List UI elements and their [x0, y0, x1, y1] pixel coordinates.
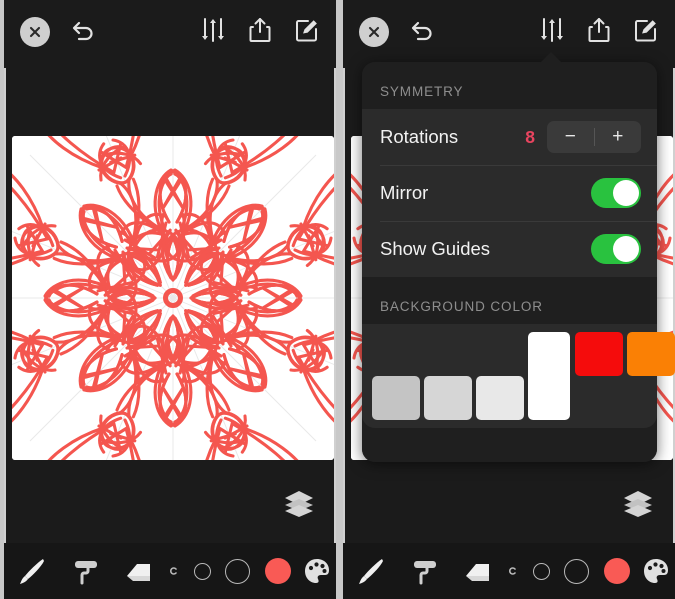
current-color-swatch[interactable] — [596, 558, 637, 584]
sliders-icon[interactable] — [539, 17, 565, 43]
popover-footer — [362, 428, 657, 462]
size-medium[interactable] — [218, 558, 257, 584]
show-guides-toggle-knob — [613, 236, 639, 262]
rotations-increment-button[interactable]: + — [595, 121, 642, 153]
palette-tool[interactable] — [637, 557, 674, 585]
top-toolbar-right-left-group — [359, 17, 435, 47]
size-small-circle — [532, 562, 550, 580]
popover-caret — [540, 52, 562, 63]
symmetry-options-group: Rotations 8 − + Mirror Show Guides — [362, 109, 657, 277]
sliders-icon[interactable] — [200, 17, 226, 43]
swatch-orange[interactable] — [627, 332, 675, 376]
eraser-tool[interactable] — [454, 558, 502, 584]
size-small[interactable] — [525, 562, 557, 580]
undo-icon[interactable] — [409, 20, 435, 44]
right-phone-panel: SYMMETRY Rotations 8 − + Mirror Show Gui… — [343, 0, 675, 599]
rotations-decrement-button[interactable]: − — [547, 121, 594, 153]
share-icon[interactable] — [587, 17, 611, 43]
row-mirror: Mirror — [362, 165, 657, 221]
swatch-white-selected[interactable] — [528, 332, 570, 420]
size-medium-circle — [564, 558, 590, 584]
mirror-toggle-knob — [613, 180, 639, 206]
current-color-swatch[interactable] — [257, 558, 298, 584]
mirror-label: Mirror — [380, 182, 429, 203]
current-color-circle — [603, 558, 630, 584]
palette-tool[interactable] — [298, 557, 335, 585]
bottom-toolbar-right — [343, 543, 675, 599]
close-icon[interactable] — [359, 17, 389, 47]
swatch-gray-1[interactable] — [372, 376, 420, 420]
size-medium[interactable] — [557, 558, 596, 584]
size-tiny[interactable] — [502, 566, 525, 576]
swatch-gray-3[interactable] — [476, 376, 524, 420]
layers-button[interactable] — [282, 488, 316, 518]
top-toolbar-right-group — [200, 17, 320, 43]
roller-tool[interactable] — [398, 556, 453, 586]
current-color-circle — [264, 558, 291, 584]
share-icon[interactable] — [248, 17, 272, 43]
top-toolbar-left-group — [20, 17, 96, 47]
rotations-label: Rotations — [380, 126, 459, 147]
top-toolbar-right-right-group — [539, 17, 659, 43]
swatch-red[interactable] — [575, 332, 623, 376]
size-tiny[interactable] — [163, 566, 186, 576]
screenshot-stage: SYMMETRY Rotations 8 − + Mirror Show Gui… — [0, 0, 675, 599]
edit-icon[interactable] — [633, 17, 659, 43]
size-small-circle — [193, 562, 211, 580]
bottom-toolbar-left — [4, 543, 336, 599]
row-rotations: Rotations 8 − + — [362, 109, 657, 165]
layers-button[interactable] — [621, 488, 655, 518]
size-medium-circle — [225, 558, 251, 584]
rotations-value: 8 — [525, 126, 535, 147]
close-icon[interactable] — [20, 17, 50, 47]
top-toolbar-left — [4, 0, 336, 68]
brush-tool[interactable] — [4, 556, 59, 586]
drawing-canvas[interactable] — [12, 136, 334, 460]
background-color-swatches — [362, 324, 675, 428]
symmetry-section-header: SYMMETRY — [362, 62, 657, 109]
swatch-gray-2[interactable] — [424, 376, 472, 420]
mirror-toggle[interactable] — [591, 178, 641, 208]
edit-icon[interactable] — [294, 17, 320, 43]
show-guides-label: Show Guides — [380, 238, 491, 259]
brush-tool[interactable] — [343, 556, 398, 586]
background-color-section-header: BACKGROUND COLOR — [362, 277, 657, 324]
eraser-tool[interactable] — [115, 558, 163, 584]
row-show-guides: Show Guides — [362, 221, 657, 277]
left-phone-panel — [4, 0, 336, 599]
show-guides-toggle[interactable] — [591, 234, 641, 264]
undo-icon[interactable] — [70, 20, 96, 44]
symmetry-settings-popover: SYMMETRY Rotations 8 − + Mirror Show Gui… — [362, 62, 675, 462]
top-toolbar-right — [343, 0, 675, 68]
roller-tool[interactable] — [59, 556, 114, 586]
size-small[interactable] — [186, 562, 218, 580]
rotations-stepper[interactable]: − + — [547, 121, 641, 153]
